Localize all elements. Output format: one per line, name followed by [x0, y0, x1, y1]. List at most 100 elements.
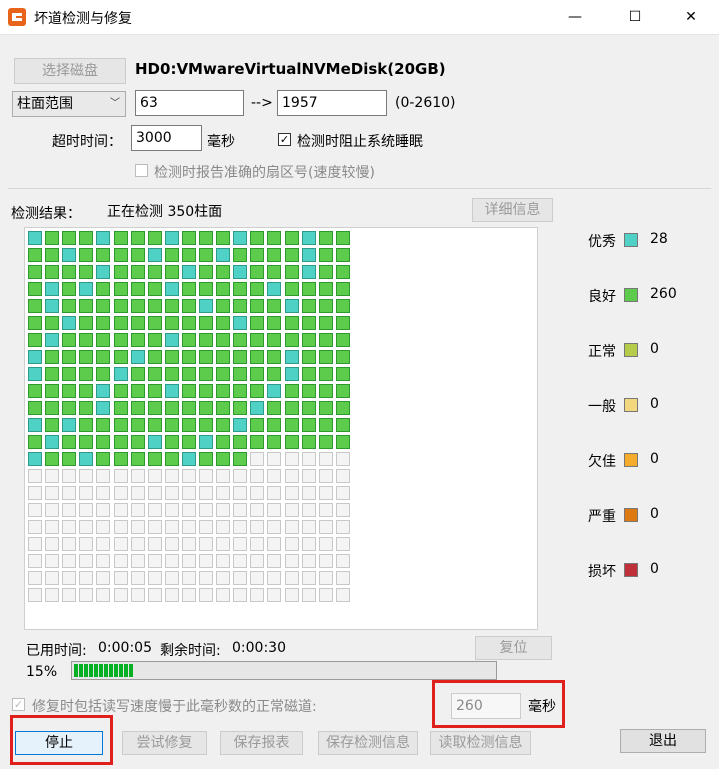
title-bar: 坏道检测与修复 — ☐ ✕: [0, 0, 719, 35]
cell-good: [62, 231, 76, 245]
cell-good: [62, 452, 76, 466]
details-button[interactable]: 详细信息: [472, 198, 553, 222]
cell-good: [285, 384, 299, 398]
cell-good: [319, 333, 333, 347]
cell-good: [199, 248, 213, 262]
cell-pending: [165, 537, 179, 551]
cell-good: [267, 350, 281, 364]
minimize-button[interactable]: —: [552, 0, 598, 34]
prevent-sleep-checkbox[interactable]: ✓: [278, 133, 291, 146]
cell-pending: [285, 520, 299, 534]
timeout-input[interactable]: 3000: [131, 125, 202, 151]
cell-good: [114, 401, 128, 415]
cell-pending: [302, 537, 316, 551]
cell-good: [336, 248, 350, 262]
cell-good: [233, 282, 247, 296]
cell-pending: [199, 469, 213, 483]
legend-swatch: [624, 398, 638, 412]
save-info-button[interactable]: 保存检测信息: [318, 731, 418, 755]
cell-pending: [79, 588, 93, 602]
cell-pending: [165, 520, 179, 534]
progress-segment: [129, 664, 133, 677]
cell-pending: [148, 537, 162, 551]
cell-pending: [79, 571, 93, 585]
save-report-button[interactable]: 保存报表: [220, 731, 303, 755]
cell-good: [45, 452, 59, 466]
cell-good: [199, 452, 213, 466]
cell-good: [199, 367, 213, 381]
cell-good: [96, 333, 110, 347]
select-disk-button[interactable]: 选择磁盘: [14, 58, 126, 84]
cell-pending: [285, 554, 299, 568]
cell-excellent: [45, 435, 59, 449]
cell-excellent: [199, 299, 213, 313]
range-mode-value: 柱面范围: [17, 96, 73, 112]
cell-good: [336, 282, 350, 296]
cell-pending: [233, 588, 247, 602]
cell-good: [199, 350, 213, 364]
cell-pending: [319, 571, 333, 585]
cell-good: [216, 231, 230, 245]
cell-good: [302, 435, 316, 449]
cell-good: [336, 384, 350, 398]
cell-good: [96, 367, 110, 381]
range-hint: (0-2610): [395, 95, 456, 111]
reset-button[interactable]: 复位: [475, 636, 552, 660]
cell-pending: [216, 588, 230, 602]
cell-good: [302, 401, 316, 415]
cell-good: [319, 435, 333, 449]
range-start-input[interactable]: 63: [135, 90, 244, 116]
repair-slow-checkbox[interactable]: ✓: [12, 698, 25, 711]
cell-pending: [96, 469, 110, 483]
range-mode-select[interactable]: 柱面范围 ﹀: [12, 91, 126, 117]
cell-good: [28, 384, 42, 398]
cell-pending: [62, 520, 76, 534]
report-sector-checkbox[interactable]: [135, 164, 148, 177]
cell-good: [79, 435, 93, 449]
exit-button[interactable]: 退出: [620, 729, 706, 753]
cell-good: [336, 299, 350, 313]
cell-good: [216, 333, 230, 347]
maximize-button[interactable]: ☐: [612, 0, 658, 34]
progress-bar: [71, 661, 497, 680]
cell-good: [148, 231, 162, 245]
cell-excellent: [148, 435, 162, 449]
progress-segment: [79, 664, 83, 677]
close-button[interactable]: ✕: [668, 0, 714, 34]
cell-good: [302, 418, 316, 432]
cell-good: [45, 384, 59, 398]
read-info-button[interactable]: 读取检测信息: [430, 731, 531, 755]
try-repair-button[interactable]: 尝试修复: [122, 731, 207, 755]
cell-excellent: [165, 384, 179, 398]
cell-pending: [114, 486, 128, 500]
cell-good: [131, 282, 145, 296]
cell-good: [131, 231, 145, 245]
cell-good: [250, 350, 264, 364]
cell-pending: [267, 571, 281, 585]
progress-segment: [89, 664, 93, 677]
cell-pending: [285, 537, 299, 551]
cell-good: [79, 350, 93, 364]
legend-count: 0: [650, 506, 659, 522]
cell-good: [302, 299, 316, 313]
cell-pending: [199, 520, 213, 534]
cell-pending: [319, 469, 333, 483]
cell-good: [285, 435, 299, 449]
cell-good: [267, 316, 281, 330]
cell-good: [79, 384, 93, 398]
cell-good: [114, 248, 128, 262]
cell-pending: [302, 469, 316, 483]
cell-pending: [114, 469, 128, 483]
prevent-sleep-label: 检测时阻止系统睡眠: [297, 134, 423, 150]
cell-good: [285, 282, 299, 296]
cell-good: [62, 299, 76, 313]
cell-good: [285, 401, 299, 415]
range-end-input[interactable]: 1957: [277, 90, 387, 116]
cell-pending: [285, 571, 299, 585]
cell-good: [199, 231, 213, 245]
window-title: 坏道检测与修复: [34, 11, 132, 27]
cell-good: [96, 350, 110, 364]
cell-good: [216, 265, 230, 279]
cell-good: [62, 333, 76, 347]
cell-pending: [233, 554, 247, 568]
